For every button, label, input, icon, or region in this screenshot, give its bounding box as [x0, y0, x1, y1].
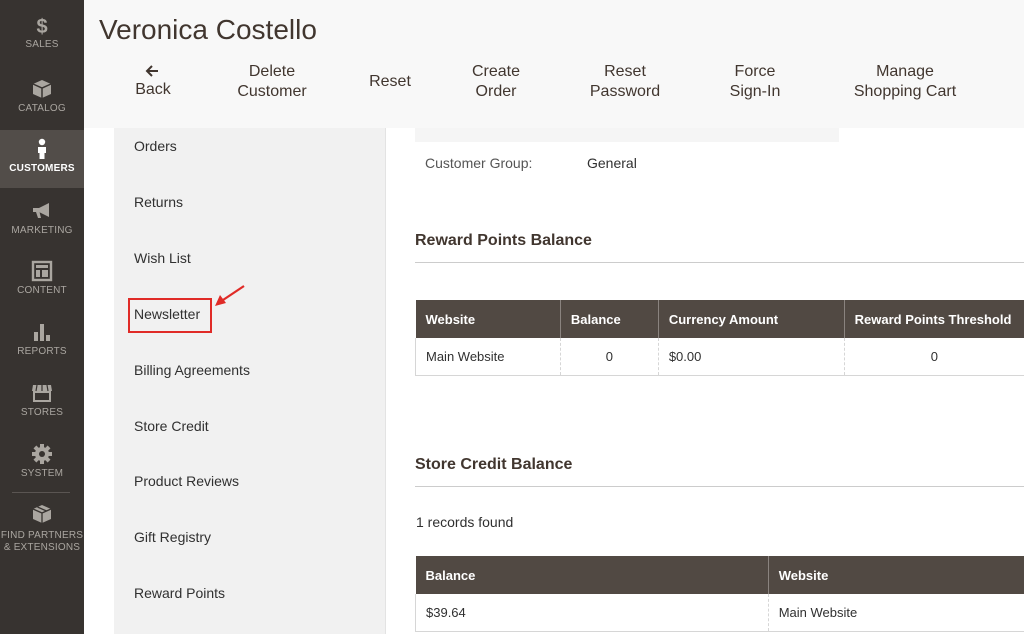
dollar-icon: $	[36, 16, 47, 36]
col-currency-amount[interactable]: Currency Amount	[657, 300, 845, 338]
tab-gift-registry[interactable]: Gift Registry	[134, 529, 211, 545]
tab-wish-list[interactable]: Wish List	[134, 250, 191, 266]
arrow-left-icon	[145, 65, 158, 77]
table-header-row: Website Balance Currency Amount Reward P…	[415, 300, 1024, 338]
store-credit-title: Store Credit Balance	[415, 456, 573, 473]
gear-icon	[32, 444, 52, 464]
tab-store-credit[interactable]: Store Credit	[134, 418, 209, 434]
tab-orders[interactable]: Orders	[134, 138, 177, 154]
col-balance[interactable]: Balance	[559, 300, 659, 338]
tab-returns[interactable]: Returns	[134, 194, 183, 210]
delete-label-line2: Customer	[237, 83, 307, 100]
svg-text:$: $	[36, 16, 47, 36]
customer-tabs: Orders Returns Wish List Newsletter Bill…	[114, 128, 386, 634]
page-title: Veronica Costello	[99, 14, 317, 45]
table-row: Main Website 0 $0.00 0	[415, 338, 1024, 376]
customer-group-label: Customer Group:	[425, 155, 533, 171]
nav-item-find-partners[interactable]: FIND PARTNERS & EXTENSIONS	[0, 503, 84, 563]
reward-points-table: Website Balance Currency Amount Reward P…	[415, 300, 1024, 376]
back-label: Back	[135, 81, 171, 98]
table-header-row: Balance Website	[415, 556, 1024, 594]
nav-label: STORES	[20, 407, 64, 418]
cell-balance: 0	[559, 338, 659, 376]
create-label-line1: Create	[471, 63, 521, 80]
nav-label: SALES	[25, 39, 59, 50]
nav-label: REPORTS	[17, 346, 67, 357]
page-header: Veronica Costello Back Delete Customer R…	[84, 0, 1024, 128]
layout-icon	[31, 260, 53, 282]
nav-item-stores[interactable]: STORES	[0, 382, 84, 442]
nav-item-marketing[interactable]: MARKETING	[0, 200, 84, 260]
force-line2: Sign-In	[729, 83, 781, 100]
force-line1: Force	[734, 63, 776, 80]
nav-label: CUSTOMERS	[9, 163, 75, 174]
table-row: $39.64 Main Website	[415, 594, 1024, 632]
col-balance[interactable]: Balance	[415, 556, 769, 594]
nav-divider	[12, 492, 70, 493]
cell-currency-amount: $0.00	[657, 338, 845, 376]
megaphone-icon	[33, 203, 49, 218]
cell-threshold: 0	[843, 338, 1024, 376]
nav-label: & EXTENSIONS	[3, 542, 81, 553]
col-threshold[interactable]: Reward Points Threshold	[843, 300, 1024, 338]
nav-item-content[interactable]: CONTENT	[0, 260, 84, 320]
cell-balance: $39.64	[415, 594, 769, 632]
store-credit-table: Balance Website $39.64 Main Website	[415, 556, 1024, 632]
customer-group-value: General	[587, 155, 637, 171]
back-button[interactable]: Back	[132, 62, 174, 100]
section-divider	[415, 262, 1024, 263]
create-order-button[interactable]: Create Order	[460, 62, 532, 102]
force-sign-in-button[interactable]: Force Sign-In	[718, 62, 792, 102]
manage-line2: Shopping Cart	[853, 83, 957, 100]
annotation-arrow-icon	[215, 285, 245, 306]
reward-points-title: Reward Points Balance	[415, 232, 592, 249]
reset-button[interactable]: Reset	[360, 72, 420, 92]
cell-website: Main Website	[767, 594, 1024, 632]
tab-reward-points[interactable]: Reward Points	[134, 585, 225, 601]
reset-password-line1: Reset	[604, 63, 646, 80]
nav-item-system[interactable]: SYSTEM	[0, 443, 84, 503]
col-website[interactable]: Website	[415, 300, 561, 338]
nav-label: CATALOG	[18, 103, 66, 114]
col-website[interactable]: Website	[767, 556, 1024, 594]
records-count: 1 records found	[416, 514, 514, 530]
reset-label: Reset	[369, 73, 411, 90]
manage-shopping-cart-button[interactable]: Manage Shopping Cart	[842, 62, 968, 102]
tab-billing-agreements[interactable]: Billing Agreements	[134, 362, 250, 378]
nav-label: CONTENT	[17, 285, 67, 296]
nav-label: MARKETING	[11, 225, 73, 236]
delete-label-line1: Delete	[248, 63, 296, 80]
admin-nav: $ SALES CATALOG CUSTOMERS MARKETING CONT…	[0, 0, 84, 634]
nav-label: SYSTEM	[20, 468, 64, 479]
reset-password-line2: Password	[589, 83, 661, 100]
nav-item-sales[interactable]: $ SALES	[0, 14, 84, 74]
nav-item-catalog[interactable]: CATALOG	[0, 78, 84, 138]
info-strip	[415, 128, 839, 142]
nav-label: FIND PARTNERS	[0, 530, 84, 541]
cell-website: Main Website	[415, 338, 561, 376]
nav-item-customers[interactable]: CUSTOMERS	[0, 130, 84, 188]
delete-customer-button[interactable]: Delete Customer	[224, 62, 320, 102]
cube-icon	[32, 80, 52, 98]
storefront-icon	[32, 384, 52, 402]
nav-item-reports[interactable]: REPORTS	[0, 321, 84, 381]
reset-password-button[interactable]: Reset Password	[580, 62, 670, 102]
create-label-line2: Order	[475, 83, 517, 100]
manage-line1: Manage	[876, 63, 934, 80]
person-icon	[38, 138, 46, 159]
bar-chart-icon	[34, 324, 50, 341]
tab-product-reviews[interactable]: Product Reviews	[134, 473, 239, 489]
main-content: Customer Group: General Reward Points Ba…	[386, 128, 1024, 634]
box-icon	[32, 505, 52, 523]
section-divider	[415, 486, 1024, 487]
newsletter-highlight-box	[128, 298, 212, 333]
